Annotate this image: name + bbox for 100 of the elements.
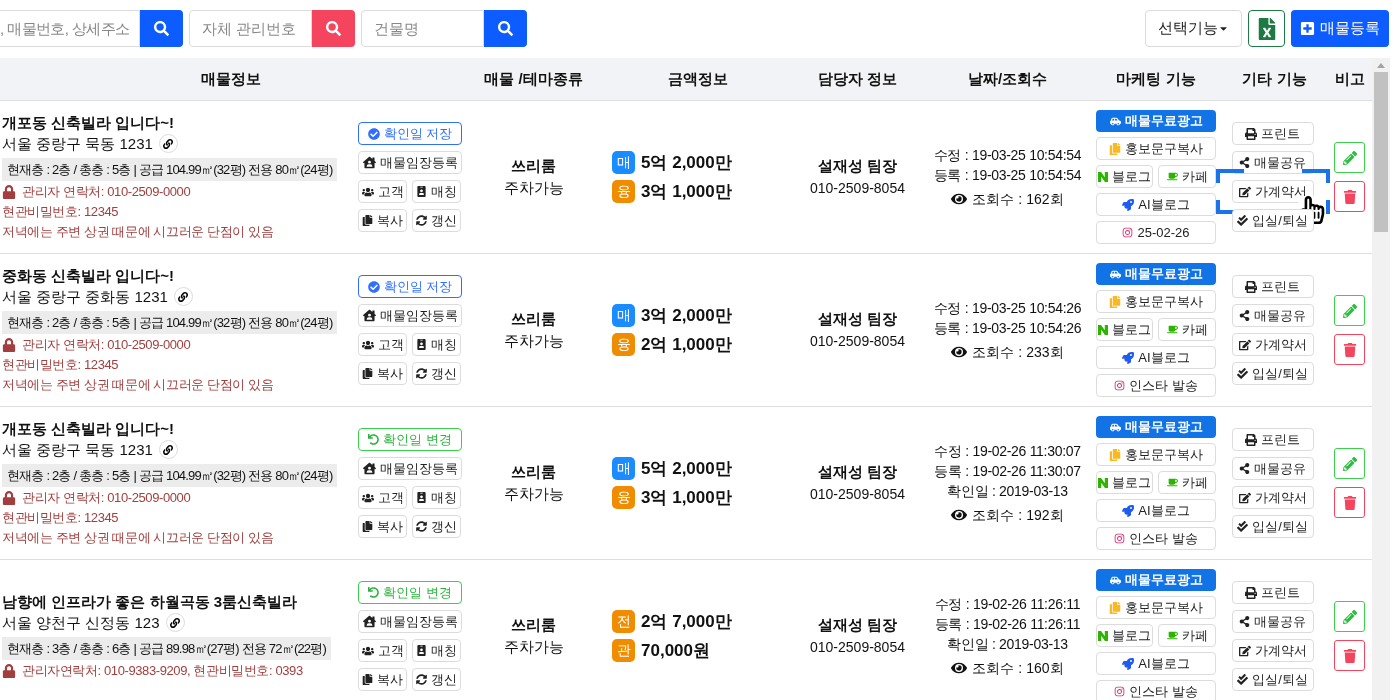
free-ad-button[interactable]: 매물무료광고 <box>1096 416 1216 438</box>
field-visit-button[interactable]: 매물임장등록 <box>358 610 462 633</box>
price-amount: 3억 2,000만 <box>641 304 732 327</box>
cafe-button[interactable]: 카페 <box>1158 318 1216 341</box>
search-field[interactable]: 건물명 <box>361 10 484 47</box>
blog-button[interactable]: 블로그 <box>1096 165 1153 188</box>
check-in-button[interactable]: 입실/퇴실 <box>1231 668 1314 691</box>
blog-logo-icon <box>1098 171 1108 182</box>
instagram-icon <box>1114 380 1126 391</box>
copy-icon <box>1109 448 1121 461</box>
delete-button[interactable] <box>1334 181 1365 212</box>
edit-button[interactable] <box>1334 295 1365 326</box>
scroll-up-arrow-icon[interactable] <box>1377 63 1385 68</box>
customer-button[interactable]: 고객 <box>358 180 407 203</box>
house-person-icon <box>362 156 376 169</box>
field-visit-button[interactable]: 매물임장등록 <box>358 151 462 174</box>
search-button[interactable] <box>312 10 355 47</box>
customer-button[interactable]: 고객 <box>358 639 407 662</box>
search-button[interactable] <box>140 10 183 47</box>
cup-icon <box>1166 324 1178 335</box>
cafe-button[interactable]: 카페 <box>1158 624 1216 647</box>
matching-button[interactable]: 매칭 <box>412 180 461 203</box>
house-person-icon <box>362 615 376 628</box>
date-text: 수정 : 19-03-25 10:54:26 <box>933 298 1082 318</box>
search-button[interactable] <box>484 10 527 47</box>
customer-button[interactable]: 고객 <box>358 486 407 509</box>
select-function-dropdown[interactable]: 선택기능 <box>1145 10 1242 47</box>
date-text: 등록 : 19-03-25 10:54:26 <box>933 318 1082 338</box>
share-button[interactable]: 매물공유 <box>1231 304 1314 327</box>
renew-button[interactable]: 갱신 <box>412 362 461 385</box>
cafe-button[interactable]: 카페 <box>1158 165 1216 188</box>
print-button[interactable]: 프린트 <box>1231 275 1314 298</box>
blog-button[interactable]: 블로그 <box>1096 471 1153 494</box>
ai-blog-button[interactable]: AI블로그 <box>1096 652 1216 675</box>
renew-button[interactable]: 갱신 <box>412 668 461 691</box>
edit-button[interactable] <box>1334 142 1365 173</box>
instagram-button[interactable]: 인스타 발송 <box>1096 374 1216 397</box>
delete-button[interactable] <box>1334 487 1365 518</box>
print-button[interactable]: 프린트 <box>1231 122 1314 145</box>
contract-button[interactable]: 가계약서 <box>1231 333 1314 356</box>
confirm-date-button[interactable]: 확인일 저장 <box>358 122 462 145</box>
renew-button[interactable]: 갱신 <box>412 209 461 232</box>
copy-button[interactable]: 복사 <box>358 209 407 232</box>
share-button[interactable]: 매물공유 <box>1231 610 1314 633</box>
promo-copy-button[interactable]: 홍보문구복사 <box>1096 290 1216 313</box>
share-button[interactable]: 매물공유 <box>1231 457 1314 480</box>
field-visit-button[interactable]: 매물임장등록 <box>358 457 462 480</box>
delete-button[interactable] <box>1334 334 1365 365</box>
edit-button[interactable] <box>1334 601 1365 632</box>
price-amount: 5억 2,000만 <box>641 457 732 480</box>
delete-button[interactable] <box>1334 640 1365 671</box>
field-visit-button[interactable]: 매물임장등록 <box>358 304 462 327</box>
print-button[interactable]: 프린트 <box>1231 428 1314 451</box>
check-in-button[interactable]: 입실/퇴실 <box>1231 362 1314 385</box>
excel-button[interactable] <box>1248 10 1285 47</box>
blog-button[interactable]: 블로그 <box>1096 318 1153 341</box>
matching-button[interactable]: 매칭 <box>412 333 461 356</box>
price-amount: 2억 7,000만 <box>641 610 732 633</box>
matching-button[interactable]: 매칭 <box>412 639 461 662</box>
double-check-icon <box>1237 674 1249 685</box>
scrollbar-thumb[interactable] <box>1374 72 1388 232</box>
promo-copy-button[interactable]: 홍보문구복사 <box>1096 443 1216 466</box>
instagram-button[interactable]: 인스타 발송 <box>1096 680 1216 700</box>
confirm-date-button[interactable]: 확인일 저장 <box>358 275 462 298</box>
copy-button[interactable]: 복사 <box>358 362 407 385</box>
ai-blog-button[interactable]: AI블로그 <box>1096 193 1216 216</box>
promo-copy-button[interactable]: 홍보문구복사 <box>1096 137 1216 160</box>
contract-button[interactable]: 가계약서 <box>1231 639 1314 662</box>
share-button[interactable]: 매물공유 <box>1231 151 1314 174</box>
customer-button[interactable]: 고객 <box>358 333 407 356</box>
printer-icon <box>1245 280 1257 293</box>
double-check-icon <box>1237 521 1249 532</box>
matching-button[interactable]: 매칭 <box>412 486 461 509</box>
instagram-button[interactable]: 25-02-26 <box>1096 221 1216 244</box>
scrollbar[interactable] <box>1372 58 1390 700</box>
cafe-button[interactable]: 카페 <box>1158 471 1216 494</box>
instagram-button[interactable]: 인스타 발송 <box>1096 527 1216 550</box>
agent-name: 설재성 팀장 <box>817 156 898 177</box>
date-text: 수정 : 19-02-26 11:30:07 <box>934 441 1081 461</box>
car-icon <box>1109 268 1121 280</box>
promo-copy-button[interactable]: 홍보문구복사 <box>1096 596 1216 619</box>
copy-button[interactable]: 복사 <box>358 668 407 691</box>
check-in-button[interactable]: 입실/퇴실 <box>1231 209 1314 232</box>
check-in-button[interactable]: 입실/퇴실 <box>1231 515 1314 538</box>
renew-button[interactable]: 갱신 <box>412 515 461 538</box>
print-button[interactable]: 프린트 <box>1231 581 1314 604</box>
blog-button[interactable]: 블로그 <box>1096 624 1153 647</box>
free-ad-button[interactable]: 매물무료광고 <box>1096 110 1216 132</box>
free-ad-button[interactable]: 매물무료광고 <box>1096 569 1216 591</box>
ai-blog-button[interactable]: AI블로그 <box>1096 499 1216 522</box>
edit-button[interactable] <box>1334 448 1365 479</box>
ai-blog-button[interactable]: AI블로그 <box>1096 346 1216 369</box>
search-field[interactable]: 자체 관리번호 <box>189 10 312 47</box>
contract-button[interactable]: 가계약서 <box>1231 486 1314 509</box>
search-field[interactable]: , 매물번호, 상세주소 <box>0 10 140 47</box>
contract-button[interactable]: 가계약서 <box>1231 180 1314 203</box>
copy-button[interactable]: 복사 <box>358 515 407 538</box>
free-ad-button[interactable]: 매물무료광고 <box>1096 263 1216 285</box>
register-listing-button[interactable]: 매물등록 <box>1291 10 1389 47</box>
manager-note: 현관비밀번호: 12345 <box>2 203 119 222</box>
